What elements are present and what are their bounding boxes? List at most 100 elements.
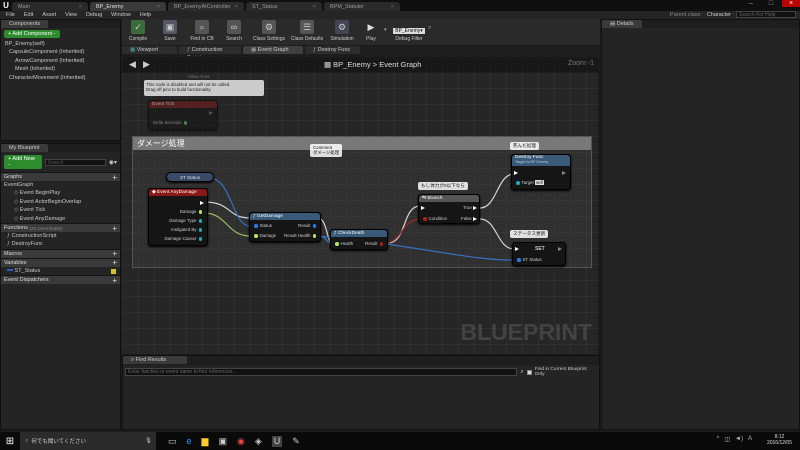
add-dispatcher-icon[interactable]: + xyxy=(112,276,117,285)
damage-causer-pin[interactable]: Damage Causer xyxy=(165,236,204,241)
variable-visibility-icon[interactable] xyxy=(111,268,116,274)
explorer-icon[interactable]: ▆ xyxy=(202,436,209,447)
edge-icon[interactable]: e xyxy=(187,436,192,447)
unreal-taskbar-icon[interactable]: U xyxy=(271,435,283,447)
event-tick-node[interactable]: Event Tick Delta Seconds xyxy=(148,100,218,130)
tab-components[interactable]: Components xyxy=(1,20,49,28)
ime-icon[interactable]: A xyxy=(748,436,752,443)
menu-debug[interactable]: Debug xyxy=(86,12,102,18)
component-self[interactable]: BP_Enemy(self) xyxy=(5,40,120,48)
dispatchers-section[interactable]: Event Dispatchers + xyxy=(1,275,120,285)
eye-icon[interactable]: ◉▾ xyxy=(109,159,117,166)
unreal-logo-icon[interactable]: U xyxy=(0,0,12,11)
menu-file[interactable]: File xyxy=(6,12,15,18)
volume-icon[interactable]: ◄) xyxy=(735,436,743,443)
app-icon[interactable]: ✎ xyxy=(292,436,300,447)
tab-event-graph[interactable]: ▦ Event Graph xyxy=(243,46,303,54)
menu-help[interactable]: Help xyxy=(140,12,151,18)
add-function-icon[interactable]: + xyxy=(112,224,117,233)
variable-item[interactable]: ST_Status xyxy=(7,267,120,275)
clock[interactable]: 8:12 2016/12/05 xyxy=(767,434,792,446)
tab-viewport[interactable]: ▦ Viewport xyxy=(122,46,177,54)
find-current-checkbox[interactable] xyxy=(526,369,532,375)
tab-find-results[interactable]: ⌕ Find Results xyxy=(123,356,187,364)
menu-edit[interactable]: Edit xyxy=(24,12,33,18)
tab-bp-enemy-ai[interactable]: BP_EnemyAIController × xyxy=(168,2,244,11)
branch-comment-bubble[interactable]: もし体力が0以下なら xyxy=(418,182,468,190)
find-search-icon[interactable]: ⌕ xyxy=(520,369,523,376)
damage-type-pin[interactable]: Damage Type xyxy=(169,218,204,223)
condition-pin[interactable]: Condition xyxy=(421,216,447,221)
tray-arrow-icon[interactable]: ^ xyxy=(717,436,720,443)
st-status-getter[interactable]: ST Status xyxy=(166,172,214,182)
result-health-pin[interactable]: Result Health xyxy=(284,233,318,238)
cortana-search[interactable]: ○ 何でも聞いてください 🎙 xyxy=(20,432,156,450)
event-anydamage-node[interactable]: ◆ Event AnyDamage Damage Damage Type Ins… xyxy=(148,188,208,246)
false-pin[interactable]: False xyxy=(461,216,477,221)
tab-my-blueprint[interactable]: My Blueprint xyxy=(1,144,48,152)
comment-bubble[interactable]: Comment ダメージ処理 xyxy=(310,144,343,157)
find-in-cb-button[interactable]: ⌕ Find in CB xyxy=(186,19,218,45)
exec-in-pin[interactable] xyxy=(514,170,518,175)
play-button[interactable]: ▶ Play xyxy=(358,19,384,45)
delta-seconds-pin[interactable]: Delta Seconds xyxy=(153,120,189,125)
exec-out-pin[interactable] xyxy=(200,200,204,205)
function-item[interactable]: ƒ ConstructionScript xyxy=(7,232,120,240)
health-in-pin[interactable]: Health xyxy=(333,241,353,246)
st-status-pin[interactable]: ST Status xyxy=(515,257,542,262)
component-movement[interactable]: CharacterMovement (Inherited) xyxy=(5,74,120,82)
tab-st-status[interactable]: ST_Status × xyxy=(246,2,322,11)
event-item[interactable]: ◇ Event ActorBeginOverlap xyxy=(4,198,120,206)
close-icon[interactable]: × xyxy=(391,4,394,10)
tab-bp-enemy[interactable]: BP_Enemy × xyxy=(90,2,166,11)
set-node[interactable]: SET ST Status xyxy=(512,242,566,266)
class-settings-button[interactable]: ⚙ Class Settings xyxy=(250,19,288,45)
tab-bpm-statuler[interactable]: BPM_Statuler × xyxy=(324,2,400,11)
close-icon[interactable]: × xyxy=(313,4,316,10)
debug-search-icon[interactable]: ⌕ xyxy=(428,19,436,45)
maximize-icon[interactable]: □ xyxy=(762,0,780,7)
task-view-icon[interactable]: ▭ xyxy=(168,436,177,447)
result-out-pin[interactable]: Result xyxy=(298,223,318,228)
branch-node[interactable]: ⇆ Branch Condition True False xyxy=(418,194,480,224)
menu-view[interactable]: View xyxy=(65,12,77,18)
component-arrow[interactable]: ArrowComponent (Inherited) xyxy=(5,57,120,65)
store-icon[interactable]: ▣ xyxy=(218,436,227,447)
functions-section[interactable]: Functions (26 Overridable) + xyxy=(1,223,120,233)
target-pin[interactable]: Target self xyxy=(514,180,544,185)
debug-filter-select[interactable]: BP_Enemy▾ xyxy=(393,28,425,34)
exec-out-pin[interactable] xyxy=(558,246,562,251)
tab-destroy-func[interactable]: ƒ Destroy Func xyxy=(305,46,360,54)
exec-out-pin[interactable] xyxy=(562,170,566,175)
chrome-icon[interactable]: ◉ xyxy=(237,436,245,447)
eventgraph-item[interactable]: EventGraph xyxy=(4,181,120,189)
find-input[interactable]: Enter function or event name to find ref… xyxy=(125,368,518,376)
macros-section[interactable]: Macros + xyxy=(1,248,120,258)
parent-class-value[interactable]: Character xyxy=(707,12,731,18)
event-item[interactable]: ◇ Event Tick xyxy=(4,206,120,214)
menu-window[interactable]: Window xyxy=(111,12,131,18)
close-icon[interactable]: × xyxy=(79,4,82,10)
simulation-button[interactable]: ⚙ Simulation xyxy=(326,19,358,45)
class-defaults-button[interactable]: ☰ Class Defaults xyxy=(288,19,326,45)
close-icon[interactable]: × xyxy=(235,4,238,10)
event-graph-canvas[interactable]: ◀ ▶ ▦ BP_Enemy > Event Graph Zoom -1 Thi… xyxy=(122,56,598,354)
true-pin[interactable]: True xyxy=(463,205,477,210)
close-icon[interactable]: × xyxy=(157,4,160,10)
add-new-button[interactable]: + Add New - xyxy=(4,155,42,169)
damage-in-pin[interactable]: Damage xyxy=(252,233,276,238)
add-component-button[interactable]: + Add Component - xyxy=(4,30,60,38)
component-capsule[interactable]: CapsuleComponent (Inherited) xyxy=(5,48,120,56)
variables-section[interactable]: Variables + xyxy=(1,257,120,267)
compile-button[interactable]: ✓ Compile xyxy=(122,19,154,45)
add-graph-icon[interactable]: + xyxy=(112,173,117,182)
exec-out-pin[interactable] xyxy=(209,110,213,115)
exec-in-pin[interactable] xyxy=(421,205,425,210)
search-button[interactable]: ∞ Search xyxy=(218,19,250,45)
component-mesh[interactable]: Mesh (Inherited) xyxy=(5,65,120,73)
getdamage-node[interactable]: ƒ GetDamage Status Damage Result Result … xyxy=(249,212,321,242)
save-button[interactable]: ▣ Save xyxy=(154,19,186,45)
destroy-func-node[interactable]: Destroy Func Target is BP Enemy Target s… xyxy=(511,154,571,190)
windows-start-icon[interactable]: ⊞ xyxy=(0,436,20,447)
exec-in-pin[interactable] xyxy=(515,246,519,251)
